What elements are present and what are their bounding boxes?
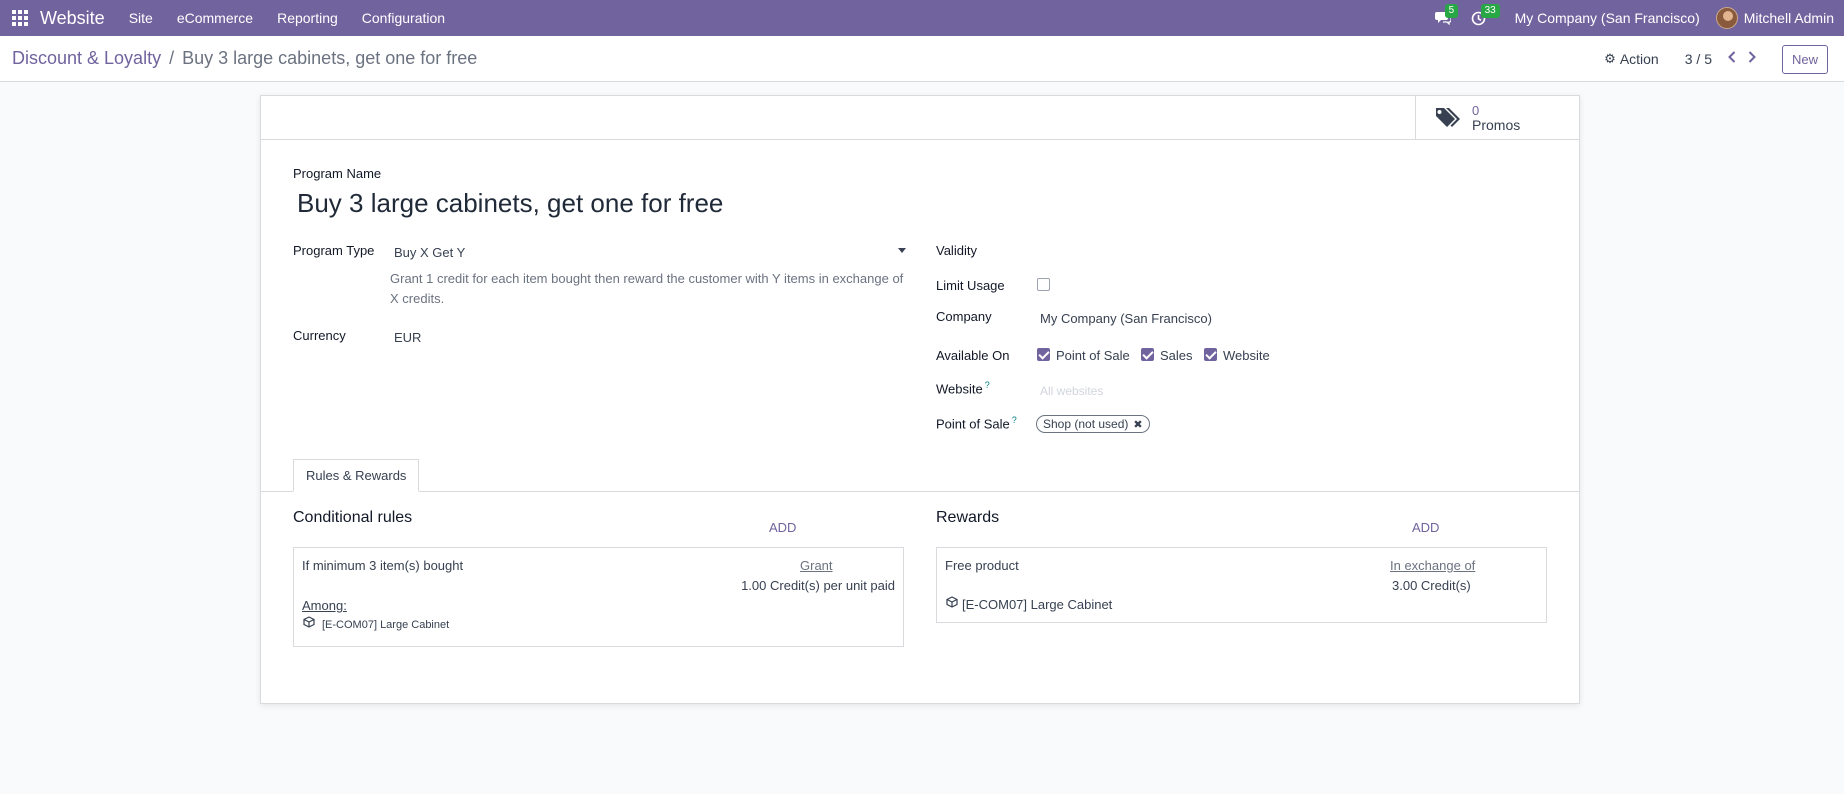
validity-label: Validity xyxy=(936,243,977,258)
form-sheet: 0 Promos Program Name Buy 3 large cabine… xyxy=(260,95,1580,704)
currency-field[interactable]: EUR xyxy=(394,330,421,345)
activities-button[interactable]: 33 xyxy=(1461,0,1500,36)
pager-next-button[interactable] xyxy=(1742,50,1762,68)
available-website-checkbox[interactable] xyxy=(1204,348,1217,361)
tag-remove-icon[interactable]: ✖ xyxy=(1133,418,1142,431)
website-label: Website? xyxy=(936,380,990,396)
rule-card[interactable]: If minimum 3 item(s) bought Grant 1.00 C… xyxy=(293,547,904,647)
program-type-value: Buy X Get Y xyxy=(394,245,466,260)
limit-usage-label: Limit Usage xyxy=(936,278,1005,293)
program-name-label: Program Name xyxy=(293,166,382,181)
available-pos-checkbox[interactable] xyxy=(1037,348,1050,361)
apps-menu-icon[interactable] xyxy=(0,0,40,36)
promos-count: 0 xyxy=(1472,103,1480,118)
action-label: Action xyxy=(1619,51,1659,67)
menu-site[interactable]: Site xyxy=(117,10,165,26)
add-rule-button[interactable]: ADD xyxy=(769,520,796,535)
rule-condition: If minimum 3 item(s) bought xyxy=(302,558,464,573)
top-navbar: Website Site eCommerce Reporting Configu… xyxy=(0,0,1844,36)
pos-tag-label: Shop (not used) xyxy=(1043,417,1129,431)
breadcrumb: Discount & Loyalty / Buy 3 large cabinet… xyxy=(0,48,477,69)
website-help-icon[interactable]: ? xyxy=(985,380,990,390)
breadcrumb-current: Buy 3 large cabinets, get one for free xyxy=(182,48,478,68)
menu-ecommerce[interactable]: eCommerce xyxy=(165,10,265,26)
reward-exchange-value: 3.00 Credit(s) xyxy=(1392,578,1471,593)
conditional-rules-title: Conditional rules xyxy=(293,509,413,526)
available-pos-label: Point of Sale xyxy=(1056,348,1130,363)
avatar xyxy=(1715,7,1738,29)
program-type-label: Program Type xyxy=(293,243,375,258)
available-website-label: Website xyxy=(1223,348,1270,363)
cube-icon xyxy=(946,596,958,608)
available-on-label: Available On xyxy=(936,348,1010,363)
promos-label: Promos xyxy=(1472,117,1521,133)
program-type-help: Grant 1 credit for each item bought then… xyxy=(390,271,904,306)
systray: 5 33 My Company (San Francisco) Mitchell… xyxy=(1425,0,1844,36)
company-field[interactable]: My Company (San Francisco) xyxy=(1040,311,1212,326)
menu-reporting[interactable]: Reporting xyxy=(265,10,350,26)
program-name-input[interactable]: Buy 3 large cabinets, get one for free xyxy=(297,188,723,219)
rule-product: [E-COM07] Large Cabinet xyxy=(322,619,450,631)
new-button[interactable]: New xyxy=(1781,44,1828,74)
rule-grant-value: 1.00 Credit(s) per unit paid xyxy=(741,578,895,593)
pos-label-text: Point of Sale xyxy=(936,416,1010,432)
breadcrumb-separator: / xyxy=(169,48,175,68)
messages-button[interactable]: 5 xyxy=(1425,0,1461,36)
available-sales-label: Sales xyxy=(1160,348,1193,363)
cube-icon xyxy=(303,616,315,628)
promos-smart-button[interactable]: 0 Promos xyxy=(1415,96,1579,140)
reward-exchange-label: In exchange of xyxy=(1390,558,1476,573)
reward-type: Free product xyxy=(945,558,1019,573)
pos-label: Point of Sale? xyxy=(936,415,1017,431)
rule-among-label: Among: xyxy=(302,598,347,613)
button-box: 0 Promos xyxy=(261,96,1579,140)
caret-down-icon xyxy=(898,248,906,253)
company-label: Company xyxy=(936,309,992,324)
company-switcher[interactable]: My Company (San Francisco) xyxy=(1497,10,1716,26)
control-panel: Discount & Loyalty / Buy 3 large cabinet… xyxy=(0,36,1844,82)
website-input[interactable]: All websites xyxy=(1040,384,1103,398)
chevron-right-icon xyxy=(1748,51,1756,63)
currency-label: Currency xyxy=(293,328,346,343)
website-label-text: Website xyxy=(936,381,983,397)
rule-grant-label: Grant xyxy=(800,558,833,573)
pos-help-icon[interactable]: ? xyxy=(1012,415,1017,425)
tab-bar-divider xyxy=(261,491,1579,492)
limit-usage-checkbox[interactable] xyxy=(1037,278,1050,291)
tab-rules-rewards[interactable]: Rules & Rewards xyxy=(293,459,420,492)
tags-icon xyxy=(1435,108,1460,127)
user-menu[interactable]: Mitchell Admin xyxy=(1715,7,1844,29)
pager-value[interactable]: 3 / 5 xyxy=(1685,51,1712,67)
pos-tag: Shop (not used) ✖ xyxy=(1036,415,1150,433)
program-type-select[interactable]: Buy X Get Y xyxy=(394,245,906,263)
reward-product: [E-COM07] Large Cabinet xyxy=(962,597,1113,612)
app-brand[interactable]: Website xyxy=(40,8,117,29)
breadcrumb-parent[interactable]: Discount & Loyalty xyxy=(12,48,161,69)
rewards-title: Rewards xyxy=(936,509,1000,526)
activities-badge: 33 xyxy=(1480,4,1500,18)
menu-configuration[interactable]: Configuration xyxy=(350,10,457,26)
pager-previous-button[interactable] xyxy=(1722,50,1742,68)
available-sales-checkbox[interactable] xyxy=(1141,348,1154,361)
action-button[interactable]: ⚙ Action xyxy=(1604,51,1659,67)
chevron-left-icon xyxy=(1728,51,1736,63)
gear-icon: ⚙ xyxy=(1604,51,1616,66)
user-name: Mitchell Admin xyxy=(1743,10,1834,26)
messages-badge: 5 xyxy=(1444,4,1459,18)
reward-card[interactable]: Free product In exchange of 3.00 Credit(… xyxy=(936,547,1547,623)
add-reward-button[interactable]: ADD xyxy=(1412,520,1439,535)
